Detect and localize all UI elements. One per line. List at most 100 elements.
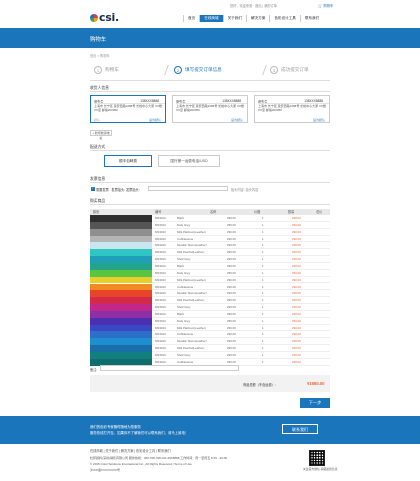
invoice-label: 需要发票 发票抬头: 发票抬头: [96,187,140,192]
cell-qty[interactable]: 1 [262,277,264,284]
invoice-hint: 抬头内容: 抬头内容 [231,188,259,192]
step-submitted: 3 成功提交订单 [270,64,309,76]
cell-code: MS301C [155,263,167,268]
page-banner [0,28,420,48]
footer-icp: 沪ICP备XXXXXXXX号 [90,468,121,472]
cell-name: Metallic Silver(Leather) [177,243,207,248]
cell-qty[interactable]: 1 [262,318,264,325]
remark-label: 备注: [90,368,98,372]
contact-us-button[interactable]: 联系我们 [282,424,318,434]
cell-qty[interactable]: 1 [262,242,264,249]
cell-qty[interactable]: 1 [262,331,264,338]
cell-code: MS301C [155,291,167,296]
summary-total: ¥1980.00 [307,381,325,386]
cell-total: ¥90.00 [292,229,301,234]
remark-input[interactable] [100,365,239,371]
nav-item[interactable]: 色彩设计工具 [269,15,300,22]
table-row: MS301C Black ¥90.00 1 ¥90.00 [152,215,330,222]
table-row: MS301C Metallic Silver(Leather) ¥90.00 1 ¥90… [152,338,330,346]
color-swatch [90,283,152,291]
color-swatch [90,256,152,263]
cell-name: Milk Platinum(Leather) [177,325,206,330]
color-swatch [90,242,152,250]
cell-qty[interactable]: 1 [262,352,264,359]
add-address-button[interactable]: + 新增收货地址 [90,130,112,140]
delivery-option-intl[interactable]: 国外第一运费电话/USD [158,155,220,167]
nav-item[interactable]: 联系我们 [299,15,323,22]
cell-qty[interactable]: 1 [262,236,264,243]
cell-qty[interactable]: 1 [262,297,264,304]
breadcrumb[interactable]: 首页 > 购物车 [90,53,110,58]
cell-price: ¥90.00 [227,325,236,330]
nav-item[interactable]: 关于我们 [222,15,246,22]
color-swatch [90,352,152,359]
cell-code: MS301C [155,284,167,289]
cell-price: ¥90.00 [227,243,236,248]
set-default-link[interactable]: 设为默认 [313,118,325,122]
cell-qty[interactable]: 1 [262,304,264,311]
cell-qty[interactable]: 1 [262,256,264,263]
color-swatch [90,331,152,339]
table-row: MS301C Black ¥90.00 1 ¥90.00 [152,263,330,270]
cell-price: ¥90.00 [227,318,236,323]
cell-qty[interactable]: 1 [262,338,264,345]
next-step-button[interactable]: 下一步 [300,398,330,408]
invoice-checkbox[interactable]: ✓ [91,186,95,191]
address-card[interactable]: 张先生 138XXX8888 上海市 长宁区 延安西路1088号 长峰中心大厦 … [254,95,330,123]
table-row: MS301C Milk Platinum(Leather) ¥90.00 1 ¥90.0… [152,325,330,332]
cell-price: ¥90.00 [227,257,236,262]
cell-qty[interactable]: 1 [262,290,264,297]
csi-logo[interactable]: csi. [90,11,124,24]
step-label: 填写提交订单信息 [185,67,222,72]
cell-qty[interactable]: 1 [262,284,264,291]
cell-name: Black [177,263,185,268]
delivery-option-sf[interactable]: 顺丰包邮费 [104,155,152,167]
color-swatch [90,215,152,222]
cell-price: ¥90.00 [227,270,236,275]
cell-code: MS301C [155,229,167,234]
cell-qty[interactable]: 1 [262,345,264,352]
footer-links[interactable]: 在线商城 | 关于我们 | 解决方案 | 色彩设计工具 | 联系我们 [90,448,171,453]
address-card[interactable]: 张先生 138XXX8888 上海市 长宁区 延安西路1088号 长峰中心大厦 … [172,95,248,123]
invoice-title-input[interactable] [148,186,228,191]
cell-price: ¥90.00 [227,216,236,220]
cell-qty[interactable]: 1 [262,325,264,332]
cell-qty[interactable]: 1 [262,270,264,277]
summary-label: 商品总额（不含运费）： [243,383,279,387]
color-swatch [90,249,152,257]
qr-caption: 关注官方微信·获取最新信息 [303,467,338,471]
table-row: MS301C Metallic Silver(Leather) ¥90.00 1 ¥90… [152,290,330,298]
cell-qty[interactable]: 1 [262,222,264,229]
color-swatch [90,290,152,298]
cell-code: MS301C [155,325,167,330]
cell-total: ¥90.00 [292,359,301,364]
color-swatch [90,310,152,318]
nav-item[interactable]: 解决方案 [245,15,269,22]
cell-code: MS301C [155,353,167,357]
cart-link[interactable]: 🛒 购物车 [318,3,333,8]
cell-name: Milk Platinum(Leather) [177,277,206,282]
cell-code: MS301C [155,216,167,220]
set-default-link[interactable]: 设为默认 [231,118,243,122]
step-number: 2 [174,66,182,74]
table-row: MS301C Shell Grey ¥90.00 1 ¥90.00 [152,304,330,311]
set-default-link[interactable]: 设为默认 [149,118,161,122]
cell-qty[interactable]: 1 [262,359,264,366]
step-cart: 1 购物车 [94,64,119,76]
cell-qty[interactable]: 1 [262,249,264,256]
cell-total: ¥90.00 [292,353,301,357]
cell-qty[interactable]: 1 [262,229,264,236]
cell-name: Milk Pearlist(Leather) [177,250,205,255]
cell-qty[interactable]: 1 [262,263,264,270]
address-card[interactable]: 张先生 138XXX8888 上海市 长宁区 延安西路1088号 长峰中心大厦 … [90,95,166,123]
cell-price: ¥90.00 [227,250,236,255]
nav-item[interactable]: 首页 [183,15,199,22]
color-swatch [90,276,152,284]
nav-item[interactable]: 在线商城 [199,15,223,22]
cell-name: Cobblestone [177,284,194,289]
cell-qty[interactable]: 1 [262,215,264,222]
cell-name: Metallic Silver(Leather) [177,339,207,344]
cell-qty[interactable]: 1 [262,311,264,318]
cell-price: ¥90.00 [227,311,236,316]
step-label: 购物车 [105,67,119,72]
